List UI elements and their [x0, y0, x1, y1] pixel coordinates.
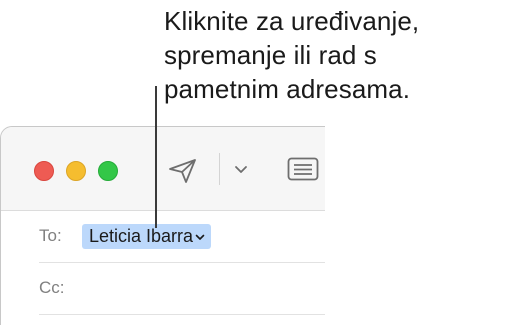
- callout-line-1: Kliknite za uređivanje,: [164, 6, 420, 36]
- cc-field-row[interactable]: Cc:: [39, 263, 325, 315]
- callout-pointer-line: [155, 86, 157, 228]
- figure: Kliknite za uređivanje, spremanje ili ra…: [0, 0, 516, 325]
- header-fields-icon[interactable]: [287, 157, 319, 181]
- cc-label: Cc:: [39, 278, 65, 297]
- zoom-button[interactable]: [98, 161, 118, 181]
- minimize-button[interactable]: [66, 161, 86, 181]
- recipient-token[interactable]: Leticia Ibarra: [82, 224, 212, 249]
- chevron-down-icon[interactable]: [234, 165, 248, 174]
- callout-line-3: pametnim adresama.: [164, 74, 411, 104]
- callout-text: Kliknite za uređivanje, spremanje ili ra…: [164, 4, 509, 106]
- to-label: To:: [39, 226, 62, 245]
- to-field-row[interactable]: To: Leticia Ibarra: [39, 211, 325, 263]
- address-fields: To: Leticia Ibarra Cc:: [1, 211, 325, 325]
- close-button[interactable]: [34, 161, 54, 181]
- recipient-name: Leticia Ibarra: [89, 226, 194, 246]
- callout-line-2: spremanje ili rad s: [164, 40, 377, 70]
- mail-compose-window: To: Leticia Ibarra Cc:: [0, 126, 325, 325]
- chevron-down-icon[interactable]: [195, 234, 205, 241]
- toolbar-divider: [219, 153, 220, 185]
- toolbar: [1, 127, 325, 211]
- send-icon[interactable]: [168, 158, 198, 184]
